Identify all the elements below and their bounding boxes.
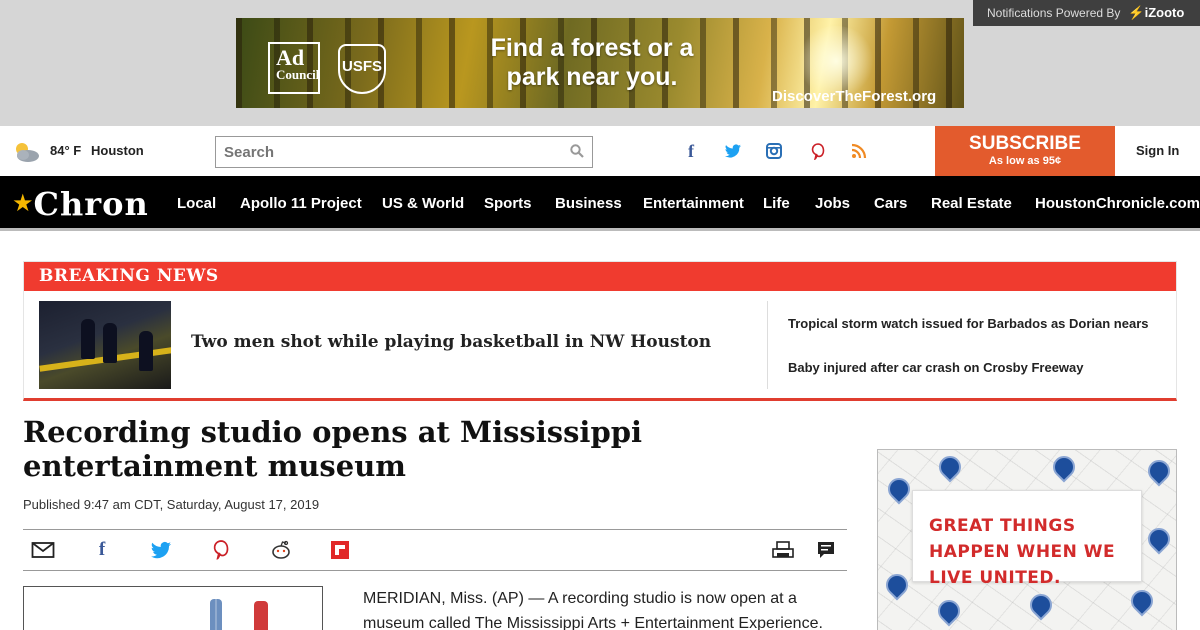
microphone-image bbox=[210, 599, 268, 630]
ad-headline: Find a forest or a park near you. bbox=[490, 34, 694, 91]
ad-sunlight bbox=[796, 26, 876, 96]
ad-url: DiscoverTheForest.org bbox=[772, 88, 937, 105]
nav-item-houstonchronicle[interactable]: HoustonChronicle.com bbox=[1035, 195, 1200, 212]
facebook-icon[interactable]: f bbox=[682, 141, 700, 161]
nav-item-business[interactable]: Business bbox=[555, 195, 622, 212]
izooto-brand: ⚡iZooto bbox=[1128, 5, 1185, 20]
ad-council-logo: Ad Council bbox=[268, 42, 320, 94]
article-body: MERIDIAN, Miss. (AP) — A recording studi… bbox=[363, 590, 823, 630]
breaking-side-story[interactable]: Baby injured after car crash on Crosby F… bbox=[788, 360, 1084, 375]
usfs-logo: USFS bbox=[338, 44, 386, 94]
star-icon: ★ bbox=[12, 190, 34, 217]
twitter-icon[interactable] bbox=[724, 142, 742, 160]
main-nav: ★ Chron Local Apollo 11 Project US & Wor… bbox=[0, 176, 1200, 231]
nav-item-entertainment[interactable]: Entertainment bbox=[643, 195, 744, 212]
utility-bar: 84° F Houston f SUBSCRIBE As low as 95¢ … bbox=[0, 126, 1200, 176]
izooto-icon: ⚡ bbox=[1128, 5, 1145, 20]
signin-link[interactable]: Sign In bbox=[1136, 143, 1179, 158]
partly-cloudy-icon bbox=[16, 143, 39, 162]
notifications-text: Notifications Powered By bbox=[987, 6, 1121, 20]
figure-silhouette bbox=[139, 331, 153, 371]
facebook-icon[interactable]: f bbox=[90, 539, 114, 560]
notifications-badge[interactable]: Notifications Powered By ⚡iZooto bbox=[973, 0, 1200, 26]
published-date: Published 9:47 am CDT, Saturday, August … bbox=[23, 497, 320, 512]
page: { "ad_banner": { "logo1": "Ad", "logo1_s… bbox=[0, 0, 1200, 630]
nav-item-jobs[interactable]: Jobs bbox=[815, 195, 850, 212]
flipboard-icon[interactable] bbox=[328, 540, 352, 560]
rss-icon[interactable] bbox=[850, 142, 868, 160]
search-icon[interactable] bbox=[570, 144, 584, 158]
breaking-divider bbox=[767, 301, 768, 389]
pinterest-icon[interactable] bbox=[209, 540, 233, 560]
twitter-icon[interactable] bbox=[149, 540, 173, 560]
nav-item-local[interactable]: Local bbox=[177, 195, 216, 212]
ad-message: GREAT THINGS HAPPEN WHEN WE LIVE UNITED. bbox=[929, 516, 1116, 588]
figure-silhouette bbox=[81, 319, 95, 359]
print-icon[interactable] bbox=[771, 540, 795, 560]
nav-item-life[interactable]: Life bbox=[763, 195, 790, 212]
nav-item-cars[interactable]: Cars bbox=[874, 195, 907, 212]
temperature: 84° F bbox=[50, 143, 82, 158]
nav-item-us-world[interactable]: US & World bbox=[382, 195, 464, 212]
chron-logo[interactable]: ★ Chron bbox=[12, 185, 149, 223]
ad-banner[interactable]: Ad Council USFS Find a forest or a park … bbox=[236, 18, 964, 108]
article-photo[interactable] bbox=[23, 586, 323, 630]
instagram-icon[interactable] bbox=[765, 142, 783, 160]
reddit-icon[interactable] bbox=[269, 540, 293, 560]
nav-item-real-estate[interactable]: Real Estate bbox=[931, 195, 1012, 212]
search-input[interactable] bbox=[215, 136, 593, 168]
breaking-news-bar: BREAKING NEWS bbox=[24, 262, 1176, 291]
side-ad-united-way[interactable]: GREAT THINGS HAPPEN WHEN WE LIVE UNITED. bbox=[877, 449, 1177, 630]
breaking-side-story[interactable]: Tropical storm watch issued for Barbados… bbox=[788, 316, 1149, 331]
breaking-news-module: BREAKING NEWS Two men shot while playing… bbox=[23, 261, 1177, 401]
breaking-main-story[interactable]: Two men shot while playing basketball in… bbox=[191, 332, 711, 352]
subscribe-price: As low as 95¢ bbox=[988, 155, 1062, 167]
figure-silhouette bbox=[103, 323, 117, 363]
breaking-news-photo[interactable] bbox=[39, 301, 171, 389]
comments-icon[interactable] bbox=[814, 540, 838, 560]
nav-item-sports[interactable]: Sports bbox=[484, 195, 532, 212]
subscribe-label: SUBSCRIBE bbox=[969, 133, 1081, 154]
city-name[interactable]: Houston bbox=[91, 143, 144, 158]
share-bar: f bbox=[23, 529, 847, 571]
email-icon[interactable] bbox=[31, 540, 55, 560]
ad-message-card: GREAT THINGS HAPPEN WHEN WE LIVE UNITED. bbox=[912, 490, 1142, 588]
top-ad-band: Ad Council USFS Find a forest or a park … bbox=[0, 0, 1200, 126]
subscribe-button[interactable]: SUBSCRIBE As low as 95¢ bbox=[935, 126, 1115, 176]
breaking-news-title: BREAKING NEWS bbox=[39, 266, 219, 286]
nav-item-apollo[interactable]: Apollo 11 Project bbox=[240, 195, 362, 212]
article-headline: Recording studio opens at Mississippi en… bbox=[23, 415, 643, 483]
pinterest-icon[interactable] bbox=[809, 142, 827, 160]
